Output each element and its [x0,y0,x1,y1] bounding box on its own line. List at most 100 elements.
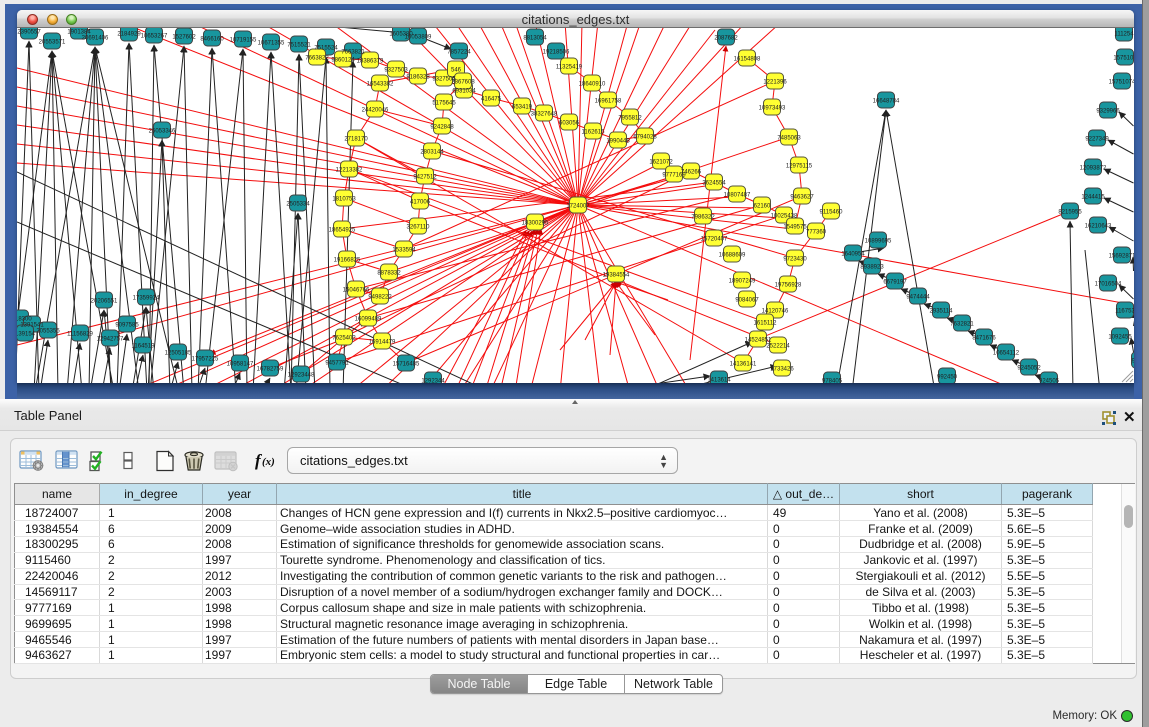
svg-text:1533594: 1533594 [392,248,416,254]
svg-text:10654112: 10654112 [993,351,1020,357]
svg-text:18300295: 18300295 [522,221,549,227]
svg-text:1244415: 1244415 [1081,195,1105,201]
svg-text:11325419: 11325419 [556,65,583,71]
svg-text:9227349: 9227349 [1085,137,1109,143]
svg-text:15751074: 15751074 [1109,80,1134,86]
svg-text:18654925: 18654925 [329,228,356,234]
svg-text:1990448: 1990448 [606,139,630,145]
svg-text:10958147: 10958147 [227,362,254,368]
svg-text:3267110: 3267110 [407,225,431,231]
svg-text:18386379: 18386379 [357,59,384,65]
svg-text:2390557: 2390557 [17,30,41,36]
svg-text:19218506: 19218506 [543,50,570,56]
svg-text:1413614: 1413614 [707,378,731,384]
svg-text:16210643: 16210643 [1085,224,1112,230]
svg-text:7625402: 7625402 [332,336,356,342]
svg-text:92450: 92450 [1132,359,1134,365]
svg-text:1292344: 1292344 [421,379,445,384]
svg-text:9457791: 9457791 [325,361,349,367]
svg-text:(x): (x) [262,456,275,468]
svg-text:17957225: 17957225 [192,357,219,363]
svg-text:10025438: 10025438 [771,214,798,220]
svg-text:14120746: 14120746 [762,309,789,315]
svg-text:15692871: 15692871 [1109,254,1134,260]
svg-text:9097585: 9097585 [115,323,139,329]
svg-text:992450: 992450 [937,375,958,381]
svg-text:10807487: 10807487 [724,193,751,199]
svg-text:19384554: 19384554 [603,273,630,279]
svg-text:12975115: 12975115 [786,164,813,170]
svg-text:1527602: 1527602 [172,35,196,41]
svg-text:12213382: 12213382 [336,168,363,174]
svg-text:1549575: 1549575 [783,225,807,231]
svg-text:7663821: 7663821 [341,50,365,56]
svg-text:1615112: 1615112 [754,321,778,327]
svg-text:15046766: 15046766 [343,288,370,294]
svg-text:978405: 978405 [822,379,843,384]
svg-text:1162615: 1162615 [582,130,606,136]
svg-text:7857224: 7857224 [447,50,471,56]
svg-text:3624554: 3624554 [702,181,726,187]
svg-text:2184929: 2184929 [117,32,141,38]
svg-text:546: 546 [451,68,462,74]
svg-text:7663822: 7663822 [305,56,329,62]
svg-text:10653267: 10653267 [141,34,168,40]
svg-text:6931034: 6931034 [452,89,476,95]
svg-text:6679197: 6679197 [883,280,907,286]
svg-text:24420046: 24420046 [362,108,389,114]
svg-text:9245052: 9245052 [1017,366,1041,372]
svg-text:20553571: 20553571 [39,40,66,46]
svg-text:10899695: 10899695 [865,239,892,245]
svg-text:9427512: 9427512 [413,175,437,181]
svg-text:12505185: 12505185 [165,351,192,357]
svg-text:9860124: 9860124 [331,58,355,64]
svg-text:12942757: 12942757 [97,337,124,343]
svg-text:10671355: 10671355 [258,41,285,47]
svg-text:7955812: 7955812 [618,116,642,122]
svg-text:1733426: 1733426 [770,367,794,373]
svg-text:15720407: 15720407 [701,237,728,243]
svg-text:2522214: 2522214 [766,344,790,350]
svg-text:25053346: 25053346 [149,129,176,135]
svg-text:1164519: 1164519 [132,344,156,350]
svg-text:6794028: 6794028 [633,135,657,141]
svg-text:20206551: 20206551 [91,299,118,305]
svg-text:2087682: 2087682 [714,36,738,42]
svg-text:19166825: 19166825 [334,258,361,264]
svg-text:8215955: 8215955 [1058,210,1082,216]
svg-text:17016504: 17016504 [1095,282,1122,288]
svg-text:8878332: 8878332 [377,271,401,277]
svg-text:16914479: 16914479 [369,340,396,346]
svg-text:10688609: 10688609 [719,253,746,259]
svg-text:1092455: 1092455 [1108,335,1132,341]
svg-text:12923448: 12923448 [288,373,315,379]
svg-text:9329966: 9329966 [1096,109,1120,115]
svg-text:10719155: 10719155 [230,38,257,44]
svg-text:9498222: 9498222 [368,295,392,301]
svg-text:116753: 116753 [1115,309,1134,315]
svg-text:1575107: 1575107 [1113,56,1134,62]
svg-text:2505334: 2505334 [286,202,310,208]
svg-text:603056: 603056 [559,121,580,127]
svg-text:9084067: 9084067 [735,298,759,304]
svg-text:8186328: 8186328 [406,75,430,81]
svg-text:416475: 416475 [481,97,502,103]
svg-text:2935114: 2935114 [930,309,954,315]
svg-text:17359924: 17359924 [133,296,160,302]
svg-text:2803144: 2803144 [420,150,444,156]
svg-text:1724007: 1724007 [566,204,590,210]
svg-text:111254: 111254 [1114,32,1134,38]
svg-text:9723430: 9723430 [783,257,807,263]
svg-text:38327648: 38327648 [531,112,558,118]
svg-text:12093872: 12093872 [1080,166,1107,172]
svg-text:16961758: 16961758 [595,99,622,105]
svg-text:18640910: 18640910 [579,82,606,88]
svg-text:8466160: 8466160 [200,37,224,43]
svg-text:16543382: 16543382 [367,82,394,88]
svg-text:139154: 139154 [17,332,36,338]
svg-text:2867608: 2867608 [451,80,475,86]
svg-text:2055355: 2055355 [36,329,60,335]
svg-text:14136141: 14136141 [730,362,757,368]
svg-text:9242848: 9242848 [430,125,454,131]
svg-text:7485063: 7485063 [777,136,801,142]
